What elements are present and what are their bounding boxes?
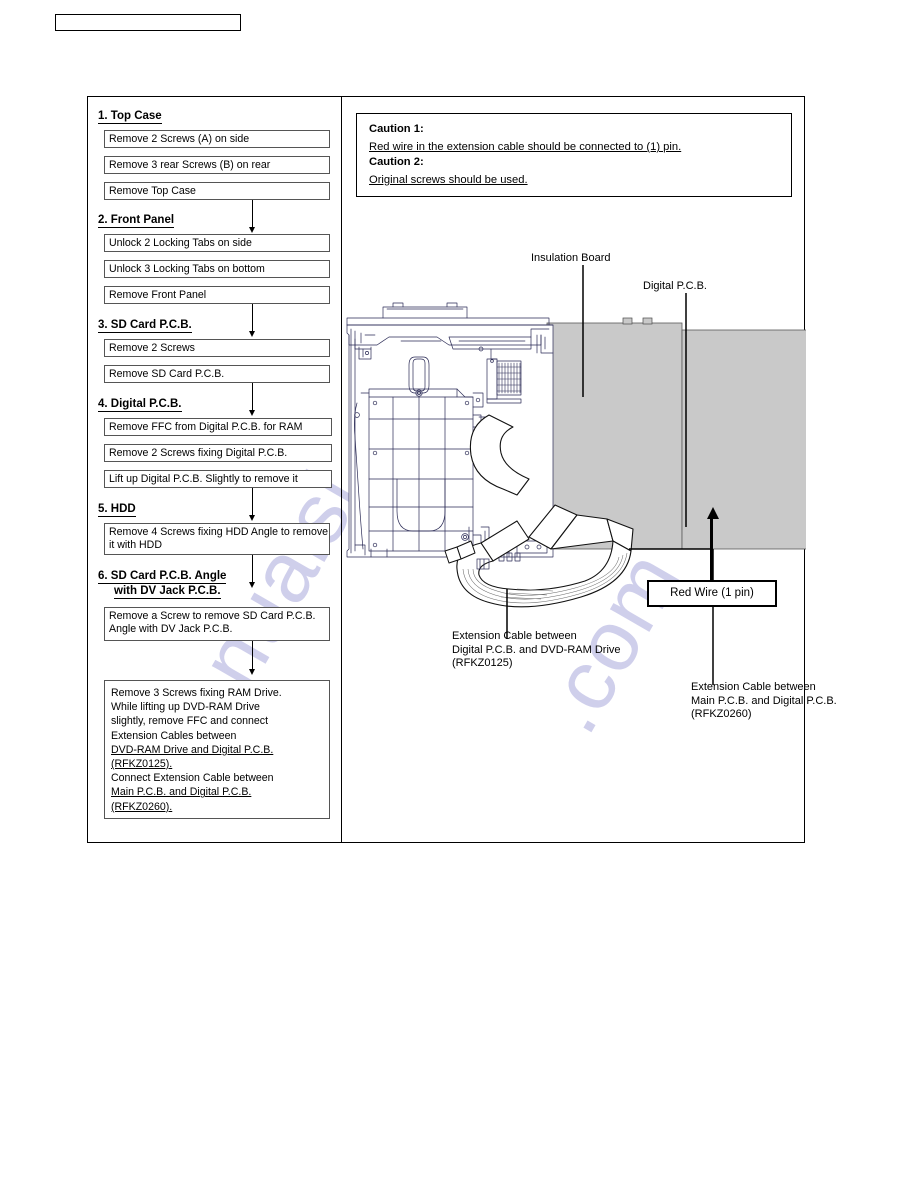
callout-left-line-1: Extension Cable between bbox=[452, 630, 577, 642]
step-box: Unlock 3 Locking Tabs on bottom bbox=[104, 260, 330, 278]
flow-arrow-head bbox=[248, 410, 255, 416]
flow-arrow bbox=[252, 304, 253, 333]
section-heading-digital-pcb: 4. Digital P.C.B. bbox=[98, 398, 182, 412]
step-box: Remove Top Case bbox=[104, 182, 330, 200]
flow-arrow-head bbox=[248, 515, 255, 521]
flow-arrow bbox=[252, 641, 253, 671]
final-step-line-9: (RFKZ0260). bbox=[111, 800, 173, 813]
section-heading-sd-card-angle-line2: with DV Jack P.C.B. bbox=[114, 585, 221, 599]
section-heading-front-panel: 2. Front Panel bbox=[98, 214, 175, 228]
callout-right-line-1: Extension Cable between bbox=[691, 681, 816, 693]
flow-arrow bbox=[252, 383, 253, 412]
step-box: Remove FFC from Digital P.C.B. for RAM bbox=[104, 418, 332, 436]
flow-arrow-head bbox=[248, 331, 255, 337]
callout-right-extension-cable: Extension Cable between Main P.C.B. and … bbox=[691, 681, 837, 722]
flow-arrow-head bbox=[248, 669, 255, 675]
flow-arrow-head bbox=[248, 227, 255, 233]
final-step-line-7: Connect Extension Cable between bbox=[111, 772, 274, 785]
step-box: Remove 2 Screws fixing Digital P.C.B. bbox=[104, 444, 332, 462]
red-wire-arrow-head bbox=[706, 507, 719, 519]
red-wire-callout-box: Red Wire (1 pin) bbox=[647, 580, 777, 607]
final-step-line-5: DVD-RAM Drive and Digital P.C.B. bbox=[111, 743, 274, 756]
section-heading-sd-card-angle: 6. SD Card P.C.B. Angle bbox=[98, 570, 227, 584]
final-step-line-8: Main P.C.B. and Digital P.C.B. bbox=[111, 786, 252, 799]
flow-arrow bbox=[252, 555, 253, 584]
step-box: Remove 3 rear Screws (B) on rear bbox=[104, 156, 330, 174]
step-box: Remove a Screw to remove SD Card P.C.B. … bbox=[104, 607, 330, 641]
callout-left-line-3: (RFKZ0125) bbox=[452, 657, 513, 669]
mechanism-diagram: Insulation Board Digital P.C.B. Red Wire… bbox=[341, 97, 837, 842]
step-box: Remove SD Card P.C.B. bbox=[104, 365, 330, 383]
final-step-line-2: While lifting up DVD-RAM Drive bbox=[111, 701, 260, 714]
step-box-final: Remove 3 Screws fixing RAM Drive. While … bbox=[104, 680, 330, 819]
final-step-line-4: Extension Cables between bbox=[111, 729, 237, 742]
disassembly-procedure-frame: 1. Top Case Remove 2 Screws (A) on side … bbox=[87, 96, 837, 843]
callout-right-line-3: (RFKZ0260) bbox=[691, 708, 752, 720]
section-heading-sd-card-pcb: 3. SD Card P.C.B. bbox=[98, 319, 192, 333]
section-heading-hdd: 5. HDD bbox=[98, 503, 136, 517]
label-digital-pcb: Digital P.C.B. bbox=[643, 280, 707, 292]
callout-left-line-2: Digital P.C.B. and DVD-RAM Drive bbox=[452, 643, 621, 656]
diagram-column: Caution 1: Red wire in the extension cab… bbox=[341, 97, 837, 842]
step-box: Remove Front Panel bbox=[104, 286, 330, 304]
step-box: Unlock 2 Locking Tabs on side bbox=[104, 234, 330, 252]
step-box: Remove 2 Screws bbox=[104, 339, 330, 357]
red-wire-arrow-stem bbox=[710, 518, 713, 580]
flow-arrow bbox=[252, 200, 253, 229]
final-step-line-6: (RFKZ0125). bbox=[111, 758, 173, 771]
final-step-line-1: Remove 3 Screws fixing RAM Drive. bbox=[111, 687, 282, 699]
step-box: Remove 4 Screws fixing HDD Angle to remo… bbox=[104, 523, 330, 555]
flow-arrow-head bbox=[248, 582, 255, 588]
final-step-line-3: slightly, remove FFC and connect bbox=[111, 715, 269, 728]
section-heading-top-case: 1. Top Case bbox=[98, 110, 162, 124]
label-insulation-board: Insulation Board bbox=[531, 252, 611, 264]
procedure-flow-column: 1. Top Case Remove 2 Screws (A) on side … bbox=[88, 97, 341, 842]
step-box: Lift up Digital P.C.B. Slightly to remov… bbox=[104, 470, 332, 488]
flow-arrow bbox=[252, 488, 253, 517]
step-box: Remove 2 Screws (A) on side bbox=[104, 130, 330, 148]
chassis-line-art bbox=[346, 265, 806, 685]
page-header-box bbox=[55, 14, 241, 31]
callout-right-line-2: Main P.C.B. and Digital P.C.B. bbox=[691, 694, 837, 707]
callout-left-extension-cable: Extension Cable between Digital P.C.B. a… bbox=[452, 630, 621, 671]
